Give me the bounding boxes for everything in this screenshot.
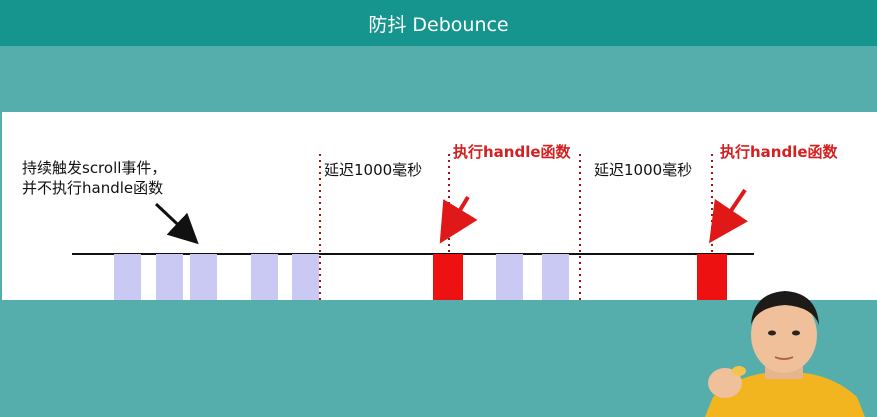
exec-handle-label: 执行handle函数 [453,143,572,161]
presenter-video [705,291,865,417]
handle-exec-block [433,254,463,300]
delay-label: 延迟1000毫秒 [324,161,422,179]
debounce-diagram: 持续触发scroll事件， 并不执行handle函数 延迟1000毫秒 延迟10… [22,143,839,300]
page-title: 防抖 Debounce [368,13,509,36]
title-bar: 防抖 Debounce [0,0,877,46]
scroll-event-block [114,254,141,300]
exec-arrow-icon [439,195,478,244]
scroll-note-line-2: 并不执行handle函数 [22,179,163,197]
note-arrow-icon [154,202,199,245]
debounce-diagram-panel: 持续触发scroll事件， 并不执行handle函数 延迟1000毫秒 延迟10… [2,112,877,300]
scroll-event-block [190,254,217,300]
scroll-event-block [156,254,183,300]
exec-arrow-icon [709,188,749,244]
scroll-event-block [542,254,569,300]
scroll-note-line-1: 持续触发scroll事件， [22,159,166,177]
scroll-event-block [496,254,523,300]
scroll-event-block [251,254,278,300]
exec-handle-label: 执行handle函数 [720,143,839,161]
delay-label: 延迟1000毫秒 [594,161,692,179]
scroll-event-block [292,254,319,300]
